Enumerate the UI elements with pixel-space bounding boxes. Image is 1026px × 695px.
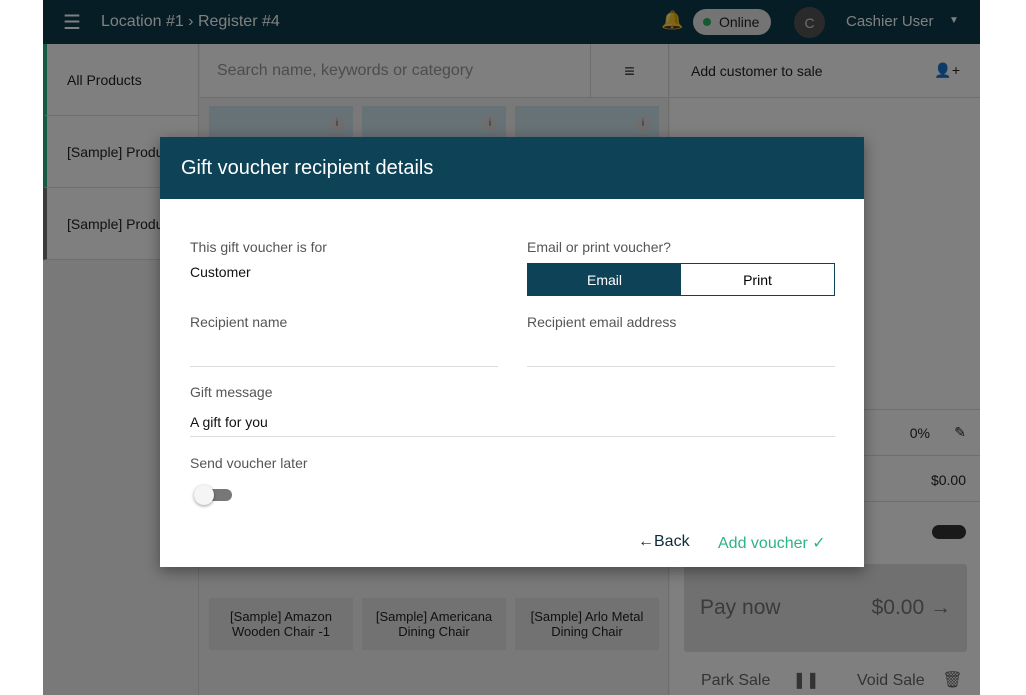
recipient-email-input[interactable] xyxy=(527,366,835,367)
message-label: Gift message xyxy=(190,384,273,400)
email-option[interactable]: Email xyxy=(528,264,681,295)
recipient-name-label: Recipient name xyxy=(190,314,288,330)
later-label: Send voucher later xyxy=(190,455,308,471)
method-toggle: Email Print xyxy=(527,263,835,296)
gift-voucher-dialog: Gift voucher recipient details This gift… xyxy=(160,137,864,567)
for-value: Customer xyxy=(190,264,251,280)
print-option[interactable]: Print xyxy=(681,264,834,295)
recipient-name-input[interactable] xyxy=(190,366,498,367)
for-label: This gift voucher is for xyxy=(190,239,327,255)
recipient-email-label: Recipient email address xyxy=(527,314,677,330)
back-button[interactable]: ←Back xyxy=(638,533,690,551)
add-voucher-button[interactable]: Add voucher ✓ xyxy=(718,533,826,553)
method-label: Email or print voucher? xyxy=(527,239,671,255)
toggle-knob xyxy=(194,485,214,505)
message-input[interactable]: A gift for you xyxy=(190,414,268,430)
send-later-toggle[interactable] xyxy=(194,485,232,505)
message-underline xyxy=(190,436,835,437)
dialog-title: Gift voucher recipient details xyxy=(160,137,864,199)
